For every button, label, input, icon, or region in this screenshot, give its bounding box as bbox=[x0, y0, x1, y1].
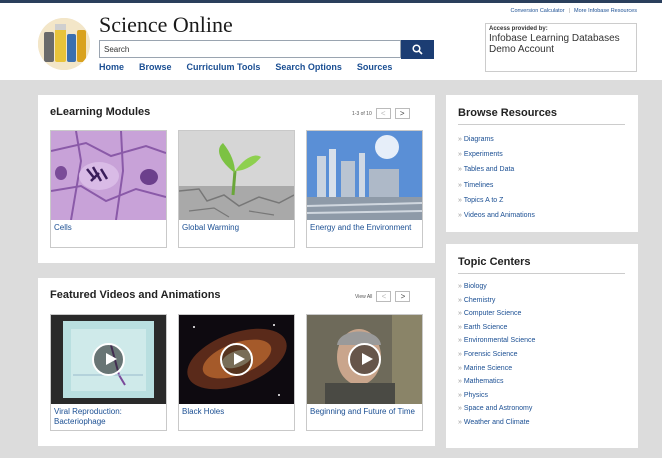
video-card-viral-reproduction[interactable]: Viral Reproduction: Bacteriophage bbox=[50, 314, 167, 431]
card-label[interactable]: Viral Reproduction: Bacteriophage bbox=[54, 407, 164, 427]
browse-item-timelines[interactable]: Timelines bbox=[458, 178, 535, 193]
play-icon[interactable] bbox=[92, 343, 125, 376]
browse-item-diagrams[interactable]: Diagrams bbox=[458, 132, 535, 147]
utility-links: Conversion Calculator | More Infobase Re… bbox=[510, 8, 637, 14]
nav-home[interactable]: Home bbox=[99, 62, 124, 72]
topic-item-chemistry[interactable]: Chemistry bbox=[458, 294, 535, 308]
topic-item-environmental-science[interactable]: Environmental Science bbox=[458, 334, 536, 348]
elearning-panel: eLearning Modules 1-3 of 10 < > Cells Gl… bbox=[38, 95, 435, 263]
browse-panel: Browse Resources Diagrams Experiments Ta… bbox=[446, 95, 638, 232]
video-card-black-holes[interactable]: Black Holes bbox=[178, 314, 295, 431]
topic-item-marine-science[interactable]: Marine Science bbox=[458, 362, 535, 376]
elearning-pager: 1-3 of 10 < > bbox=[352, 108, 410, 119]
access-account-name: Infobase Learning Databases Demo Account bbox=[489, 33, 620, 55]
utility-divider: | bbox=[568, 8, 571, 14]
black-holes-thumbnail[interactable] bbox=[179, 315, 294, 404]
play-icon[interactable] bbox=[348, 343, 381, 376]
site-title[interactable]: Science Online bbox=[99, 12, 233, 38]
browse-item-videos-animations[interactable]: Videos and Animations bbox=[458, 208, 535, 223]
card-label[interactable]: Global Warming bbox=[182, 223, 292, 233]
nav-search-options[interactable]: Search Options bbox=[275, 62, 342, 72]
videos-title: Featured Videos and Animations bbox=[50, 289, 221, 301]
viral-reproduction-thumbnail[interactable] bbox=[51, 315, 166, 404]
topic-item-computer-science[interactable]: Computer Science bbox=[458, 307, 535, 321]
topic-item-mathematics[interactable]: Mathematics bbox=[458, 375, 535, 389]
topic-item-space-astronomy[interactable]: Space and Astronomy bbox=[458, 402, 535, 416]
cells-thumbnail[interactable] bbox=[51, 131, 166, 220]
global-warming-thumbnail[interactable] bbox=[179, 131, 294, 220]
divider bbox=[458, 273, 625, 274]
topics-title: Topic Centers bbox=[458, 256, 531, 268]
next-button[interactable]: > bbox=[394, 108, 410, 119]
module-card-cells[interactable]: Cells bbox=[50, 130, 167, 248]
topics-list: Biology Chemistry Computer Science Earth… bbox=[458, 280, 536, 430]
videos-pager: View All < > bbox=[355, 291, 411, 302]
topics-panel: Topic Centers Biology Chemistry Computer… bbox=[446, 244, 638, 448]
search-button[interactable] bbox=[401, 40, 434, 59]
main-nav: Home Browse Curriculum Tools Search Opti… bbox=[99, 62, 392, 72]
play-icon[interactable] bbox=[220, 343, 253, 376]
view-all-link[interactable]: View All bbox=[355, 294, 372, 300]
conversion-calculator-link[interactable]: Conversion Calculator bbox=[510, 8, 564, 14]
search-icon bbox=[412, 44, 423, 55]
card-label[interactable]: Cells bbox=[54, 223, 164, 233]
browse-item-experiments[interactable]: Experiments bbox=[458, 147, 535, 162]
prev-button[interactable]: < bbox=[376, 291, 392, 302]
energy-environment-thumbnail[interactable] bbox=[307, 131, 422, 220]
more-resources-link[interactable]: More Infobase Resources bbox=[574, 8, 637, 14]
card-label[interactable]: Beginning and Future of Time bbox=[310, 407, 420, 417]
browse-title: Browse Resources bbox=[458, 107, 558, 119]
browse-item-topics-a-z[interactable]: Topics A to Z bbox=[458, 193, 535, 208]
module-card-energy-environment[interactable]: Energy and the Environment bbox=[306, 130, 423, 248]
video-card-beginning-future-time[interactable]: Beginning and Future of Time bbox=[306, 314, 423, 431]
module-card-global-warming[interactable]: Global Warming bbox=[178, 130, 295, 248]
beginning-future-time-thumbnail[interactable] bbox=[307, 315, 422, 404]
nav-sources[interactable]: Sources bbox=[357, 62, 393, 72]
prev-button[interactable]: < bbox=[375, 108, 391, 119]
card-label[interactable]: Black Holes bbox=[182, 407, 292, 417]
browse-list: Diagrams Experiments Tables and Data Tim… bbox=[458, 132, 535, 223]
search-input[interactable] bbox=[99, 40, 401, 58]
topic-item-weather-climate[interactable]: Weather and Climate bbox=[458, 416, 535, 430]
access-label: Access provided by: bbox=[489, 26, 548, 32]
topic-item-biology[interactable]: Biology bbox=[458, 280, 535, 294]
nav-browse[interactable]: Browse bbox=[139, 62, 172, 72]
divider bbox=[458, 124, 625, 125]
site-header: Science Online Home Browse Curriculum To… bbox=[0, 3, 662, 80]
topic-item-physics[interactable]: Physics bbox=[458, 389, 535, 403]
pager-count: 1-3 of 10 bbox=[352, 110, 372, 117]
topic-item-earth-science[interactable]: Earth Science bbox=[458, 321, 535, 335]
next-button[interactable]: > bbox=[395, 291, 411, 302]
topic-item-forensic-science[interactable]: Forensic Science bbox=[458, 348, 535, 362]
videos-panel: Featured Videos and Animations View All … bbox=[38, 278, 435, 446]
browse-item-tables-data[interactable]: Tables and Data bbox=[458, 162, 535, 177]
elearning-title: eLearning Modules bbox=[50, 106, 151, 118]
card-label[interactable]: Energy and the Environment bbox=[310, 223, 420, 233]
access-box: Access provided by: Infobase Learning Da… bbox=[485, 23, 637, 72]
nav-curriculum-tools[interactable]: Curriculum Tools bbox=[187, 62, 261, 72]
site-logo[interactable] bbox=[38, 18, 90, 70]
